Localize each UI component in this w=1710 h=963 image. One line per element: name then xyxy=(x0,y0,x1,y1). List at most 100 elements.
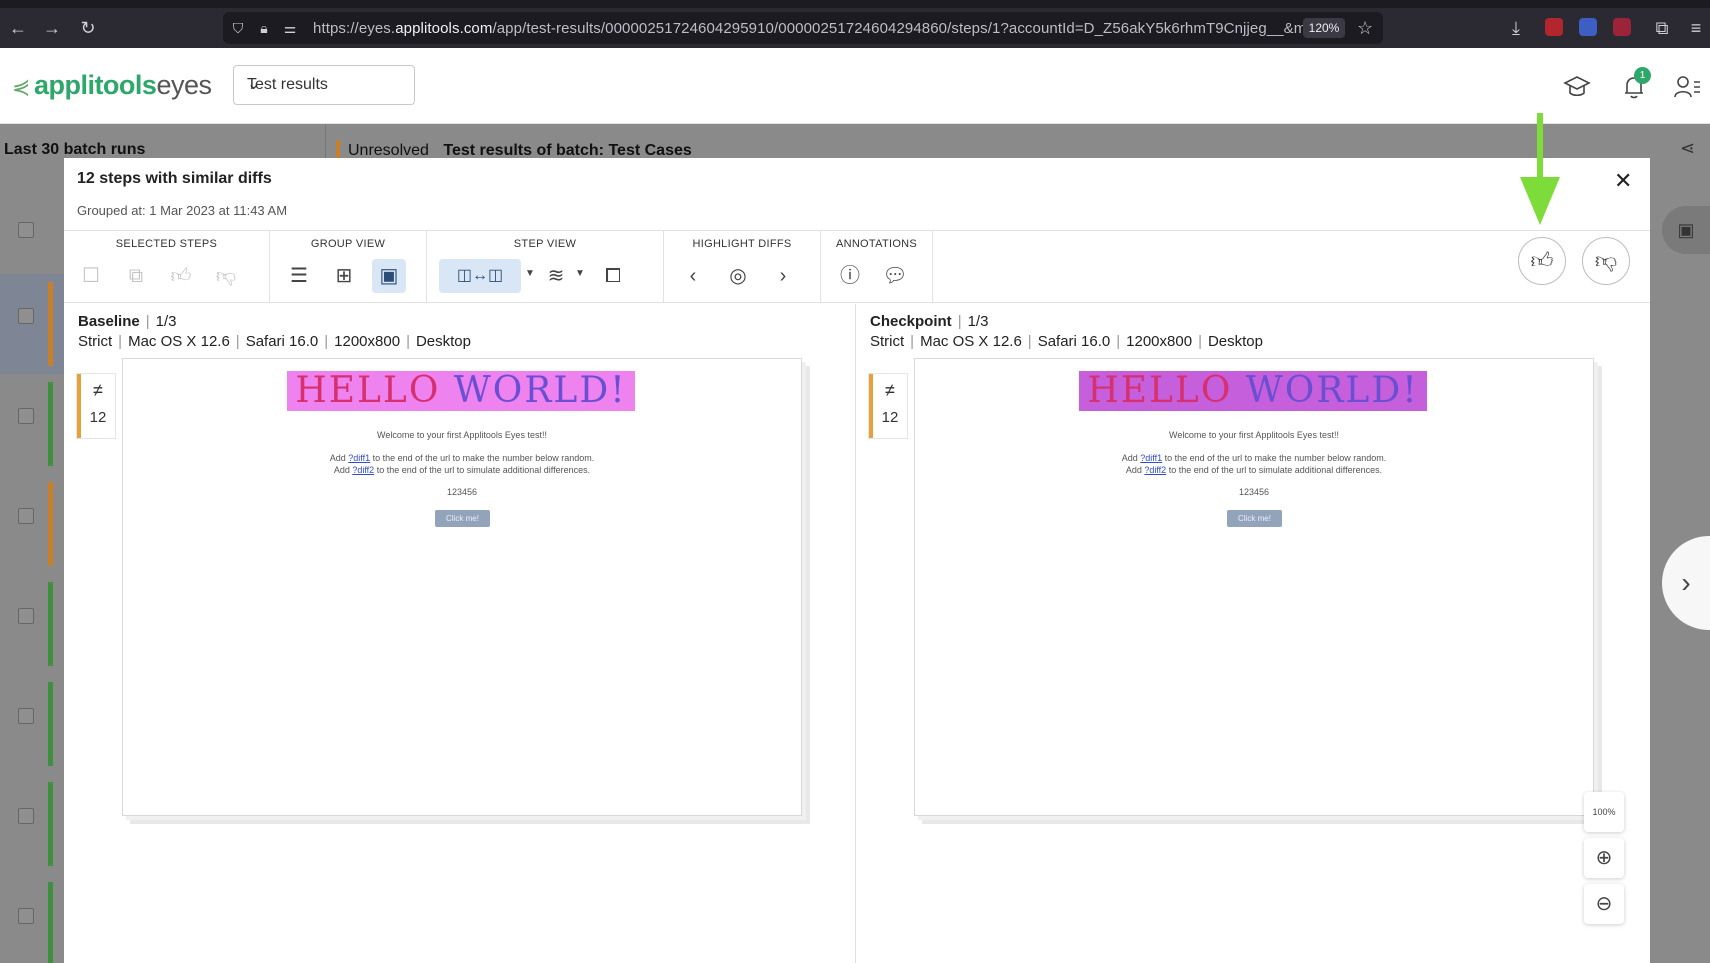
zoom-out-icon[interactable]: ⊖ xyxy=(1584,884,1624,924)
permissions-icon[interactable]: ⚌ xyxy=(281,19,299,37)
batch-title: Test results of batch: Test Cases xyxy=(443,142,692,159)
step-view-label: STEP VIEW xyxy=(513,238,577,250)
zoom-fit-button[interactable]: 100% xyxy=(1584,792,1624,832)
hello-banner: HELLO WORLD! xyxy=(287,371,635,411)
status-stripe xyxy=(48,582,53,666)
extension-icon[interactable] xyxy=(1545,18,1563,36)
welcome-text: Welcome to your first Applitools Eyes te… xyxy=(1169,430,1339,440)
address-bar[interactable]: ⛉ 🔒︎ ⚌ https://eyes.applitools.com/app/t… xyxy=(223,12,1383,44)
batch-row[interactable] xyxy=(0,188,64,288)
shield-icon[interactable]: ⛉ xyxy=(229,19,247,37)
side-by-side-icon[interactable]: ◫↔◫ xyxy=(439,259,521,293)
save-icon[interactable]: ▣ xyxy=(1662,206,1710,254)
reload-icon[interactable]: ↻ xyxy=(78,18,98,38)
app-header: ⋞ applitoolseyes Test results ⌄ 1 xyxy=(0,48,1710,124)
caret-down-icon[interactable]: ▼ xyxy=(525,268,535,279)
batch-row[interactable] xyxy=(0,774,64,874)
status-stripe xyxy=(48,882,53,963)
modal-toolbar: SELECTED STEPS ☐ ⧉ 👍︎ 👎︎ GROUP VIEW ☰ ⊞ … xyxy=(64,230,1650,303)
thumbs-up-icon[interactable]: 👍︎ xyxy=(164,259,198,293)
status-stripe xyxy=(48,282,53,366)
thumbs-down-icon[interactable]: 👎︎ xyxy=(209,259,243,293)
layers-icon[interactable]: ≋ xyxy=(539,259,573,293)
diff1-text: Add ?diff1 to the end of the url to make… xyxy=(1121,453,1387,463)
batch-breadcrumb: Unresolved Test results of batch: Test C… xyxy=(336,140,692,160)
grid-view-icon[interactable]: ⊞ xyxy=(327,259,361,293)
next-diff-icon[interactable]: › xyxy=(766,259,800,293)
annotations-label: ANNOTATIONS xyxy=(835,238,918,250)
batch-row[interactable] xyxy=(0,874,64,963)
previous-diff-icon[interactable]: ‹ xyxy=(676,259,710,293)
share-icon[interactable]: ⋖ xyxy=(1680,138,1695,159)
downloads-icon[interactable]: ⤓ xyxy=(1506,18,1526,38)
caret-down-icon[interactable]: ▼ xyxy=(575,268,585,279)
accept-thumbs-up-button[interactable]: 👍︎ xyxy=(1518,237,1566,285)
copy-steps-icon[interactable]: ⧉ xyxy=(119,259,153,293)
batch-row[interactable] xyxy=(0,574,64,674)
highlight-diffs-label: HIGHLIGHT DIFFS xyxy=(692,238,792,250)
status-stripe xyxy=(48,482,53,566)
click-me-button: Click me! xyxy=(1227,510,1282,527)
select-all-checkbox[interactable]: ☐ xyxy=(74,259,108,293)
baseline-diff-count[interactable]: ≠ 12 xyxy=(77,374,115,438)
overlay-icon[interactable]: ⧠ xyxy=(596,259,630,293)
comment-icon[interactable]: 💬︎ xyxy=(878,259,912,293)
row-checkbox[interactable] xyxy=(18,908,34,924)
baseline-meta: Strict | Mac OS X 12.6 | Safari 16.0 | 1200x80… xyxy=(78,333,471,350)
row-checkbox[interactable] xyxy=(18,808,34,824)
baseline-title: Baseline | 1/3 xyxy=(78,313,177,330)
highlight-diffs-group: HIGHLIGHT DIFFS ‹ ◎ › xyxy=(664,231,821,303)
status-stripe xyxy=(48,682,53,766)
row-checkbox[interactable] xyxy=(18,408,34,424)
click-me-button: Click me! xyxy=(435,510,490,527)
extension-icon[interactable] xyxy=(1613,18,1631,36)
checkpoint-diff-count[interactable]: ≠ 12 xyxy=(869,374,907,438)
forward-icon[interactable]: → xyxy=(42,18,62,38)
reject-thumbs-down-button[interactable]: 👎︎ xyxy=(1582,237,1630,285)
notification-badge: 1 xyxy=(1634,67,1651,84)
row-checkbox[interactable] xyxy=(18,608,34,624)
list-view-icon[interactable]: ☰ xyxy=(282,259,316,293)
hello-banner: HELLO WORLD! xyxy=(1079,371,1427,411)
pane-divider xyxy=(855,304,856,963)
url-text[interactable]: https://eyes.applitools.com/app/test-res… xyxy=(313,20,1313,37)
checkpoint-meta: Strict | Mac OS X 12.6 | Safari 16.0 | 1200x80… xyxy=(870,333,1263,350)
close-icon[interactable]: ✕ xyxy=(1614,170,1632,192)
diff1-text: Add ?diff1 to the end of the url to make… xyxy=(329,453,595,463)
diff2-text: Add ?diff2 to the end of the url to simu… xyxy=(1125,465,1383,475)
single-view-icon[interactable]: ▣ xyxy=(372,259,406,293)
baseline-screenshot[interactable]: HELLO WORLD! Welcome to your first Appli… xyxy=(122,358,802,816)
batch-runs-title: Last 30 batch runs xyxy=(4,141,146,158)
tab-strip xyxy=(0,0,1710,8)
extensions-puzzle-icon[interactable]: ⧉ xyxy=(1652,18,1672,38)
batch-row[interactable] xyxy=(0,274,64,374)
welcome-text: Welcome to your first Applitools Eyes te… xyxy=(377,430,547,440)
checkpoint-title: Checkpoint | 1/3 xyxy=(870,313,989,330)
zoom-in-icon[interactable]: ⊕ xyxy=(1584,838,1624,878)
checkpoint-screenshot[interactable]: HELLO WORLD! Welcome to your first Appli… xyxy=(914,358,1594,816)
status-stripe xyxy=(48,782,53,866)
extension-icon[interactable] xyxy=(1579,18,1597,36)
batch-row[interactable] xyxy=(0,474,64,574)
menu-icon[interactable]: ≡ xyxy=(1686,18,1706,38)
graduation-cap-icon[interactable] xyxy=(1562,72,1592,102)
status-stripe xyxy=(48,382,53,466)
view-select[interactable]: Test results ⌄ xyxy=(233,65,415,105)
row-checkbox[interactable] xyxy=(18,508,34,524)
row-checkbox[interactable] xyxy=(18,222,34,238)
issue-icon[interactable]: ⓘ xyxy=(833,259,867,293)
target-icon[interactable]: ◎ xyxy=(721,259,755,293)
bookmark-star-icon[interactable]: ☆ xyxy=(1357,18,1373,39)
zoom-level-badge[interactable]: 120% xyxy=(1303,18,1345,38)
modal-subtitle: Grouped at: 1 Mar 2023 at 11:43 AM xyxy=(77,203,288,218)
applitools-logo[interactable]: ⋞ applitoolseyes xyxy=(12,70,212,101)
back-icon[interactable]: ← xyxy=(8,18,28,38)
diff2-text: Add ?diff2 to the end of the url to simu… xyxy=(333,465,591,475)
batch-row[interactable] xyxy=(0,674,64,774)
row-checkbox[interactable] xyxy=(18,708,34,724)
not-equal-icon: ≠ xyxy=(885,380,895,400)
lock-icon[interactable]: 🔒︎ xyxy=(255,19,273,37)
batch-row[interactable] xyxy=(0,374,64,474)
user-settings-icon[interactable] xyxy=(1672,72,1702,102)
row-checkbox[interactable] xyxy=(18,308,34,324)
